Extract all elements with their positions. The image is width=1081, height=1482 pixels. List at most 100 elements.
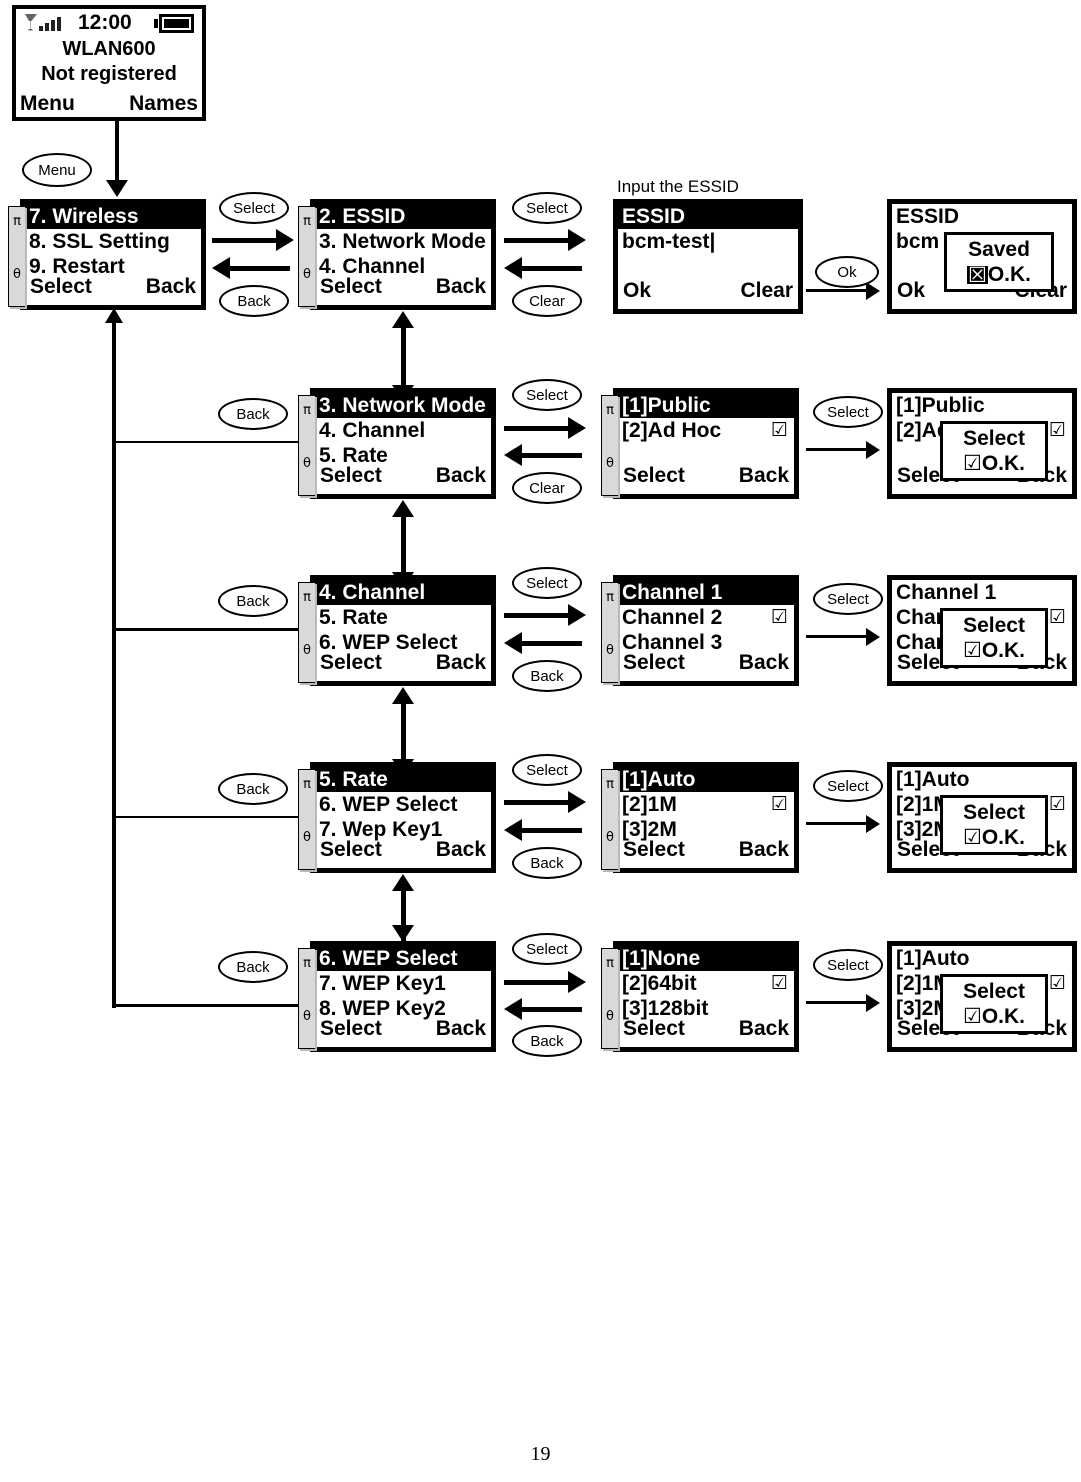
menu-title: 3. Network Mode: [315, 393, 491, 418]
checkbox-checked-icon: ☑: [770, 972, 788, 994]
softkey-back[interactable]: Back: [436, 275, 486, 299]
dialog-confirm[interactable]: ☑O.K.: [949, 1004, 1039, 1029]
scrollbar[interactable]: π θ: [298, 206, 315, 307]
key-bubble-back[interactable]: Back: [512, 847, 582, 879]
scrollbar[interactable]: π θ: [601, 582, 618, 683]
key-bubble-select[interactable]: Select: [512, 933, 582, 965]
menu-title: 2. ESSID: [315, 204, 491, 229]
key-bubble-select[interactable]: Select: [512, 192, 582, 224]
scrollbar[interactable]: π θ: [601, 395, 618, 496]
checkbox-checked-icon: ☑: [963, 1004, 982, 1028]
menu-item[interactable]: 7. WEP Key1: [315, 971, 491, 996]
softkey-ok[interactable]: Ok: [897, 279, 925, 303]
dialog-confirm[interactable]: ☑O.K.: [949, 451, 1039, 476]
key-bubble-select[interactable]: Select: [219, 192, 289, 224]
menu-item[interactable]: 6. WEP Select: [315, 792, 491, 817]
softkey-back[interactable]: Back: [739, 464, 789, 488]
softkey-select[interactable]: Select: [320, 651, 382, 675]
menu-item[interactable]: 3. Network Mode: [315, 229, 491, 254]
key-label: Select: [827, 403, 869, 421]
softkey-back[interactable]: Back: [436, 1017, 486, 1041]
option-item[interactable]: Channel 2 ☑: [618, 605, 794, 630]
key-label: Select: [233, 199, 275, 217]
softkey-select[interactable]: Select: [623, 838, 685, 862]
softkey-select[interactable]: Select: [623, 651, 685, 675]
softkey-back[interactable]: Back: [436, 838, 486, 862]
menu-item[interactable]: 4. Channel: [315, 418, 491, 443]
select-ok-dialog: Select ☑O.K.: [940, 974, 1048, 1034]
softkey-back[interactable]: Back: [739, 1017, 789, 1041]
key-bubble-select[interactable]: Select: [512, 754, 582, 786]
softkey-clear[interactable]: Clear: [740, 279, 793, 303]
key-bubble-back[interactable]: Back: [512, 1025, 582, 1057]
scrollbar[interactable]: π θ: [298, 769, 315, 870]
key-bubble-back[interactable]: Back: [219, 285, 289, 317]
softkey-select[interactable]: Select: [623, 1017, 685, 1041]
softkey-back[interactable]: Back: [436, 464, 486, 488]
softkey-select[interactable]: Select: [320, 1017, 382, 1041]
key-bubble-back[interactable]: Back: [512, 660, 582, 692]
menu-title: 7. Wireless: [25, 204, 201, 229]
essid-input-value[interactable]: bcm-test|: [618, 229, 798, 254]
dialog-confirm[interactable]: ☑O.K.: [949, 638, 1039, 663]
softkey-back[interactable]: Back: [146, 275, 196, 299]
dialog-confirm-label: O.K.: [987, 263, 1031, 286]
softkey-names[interactable]: Names: [129, 92, 198, 116]
flow-arrow-right: [866, 994, 880, 1012]
flow-arrow-right: [568, 791, 586, 813]
key-bubble-select[interactable]: Select: [813, 949, 883, 981]
checkbox-checked-icon: ☑: [963, 638, 982, 662]
flow-arrow-right: [568, 417, 586, 439]
key-bubble-select[interactable]: Select: [512, 379, 582, 411]
menu-item[interactable]: 5. Rate: [315, 605, 491, 630]
input-title: ESSID: [892, 204, 1072, 229]
flow-arrow-down: [392, 925, 414, 942]
key-bubble-clear[interactable]: Clear: [512, 472, 582, 504]
softkey-ok[interactable]: Ok: [623, 279, 651, 303]
softkey-select[interactable]: Select: [623, 464, 685, 488]
key-bubble-select[interactable]: Select: [813, 396, 883, 428]
screen-rate-selected: [1]Auto [2]1M ☑ [3]2M Select Back Select…: [887, 762, 1077, 873]
key-bubble-back[interactable]: Back: [218, 585, 288, 617]
softkey-select[interactable]: Select: [320, 275, 382, 299]
softkey-select[interactable]: Select: [30, 275, 92, 299]
softkey-back[interactable]: Back: [739, 838, 789, 862]
softkey-back[interactable]: Back: [739, 651, 789, 675]
scrollbar[interactable]: π θ: [298, 395, 315, 496]
option-item[interactable]: [2]1M ☑: [618, 792, 794, 817]
dialog-confirm[interactable]: ☒O.K.: [953, 262, 1045, 287]
key-bubble-menu[interactable]: Menu: [22, 153, 92, 187]
key-bubble-select[interactable]: Select: [813, 583, 883, 615]
softkey-select[interactable]: Select: [320, 464, 382, 488]
flow-line-vertical: [401, 326, 406, 388]
scrollbar[interactable]: π θ: [8, 206, 25, 307]
key-bubble-clear[interactable]: Clear: [512, 285, 582, 317]
flow-line-right: [806, 289, 868, 292]
back-branch-line: [114, 1004, 300, 1007]
key-bubble-back[interactable]: Back: [218, 773, 288, 805]
softkey-back[interactable]: Back: [436, 651, 486, 675]
key-label: Back: [236, 958, 270, 976]
softkey-select[interactable]: Select: [320, 838, 382, 862]
key-bubble-ok[interactable]: Ok: [815, 256, 879, 288]
scrollbar[interactable]: π θ: [298, 948, 315, 1049]
scrollbar[interactable]: π θ: [298, 582, 315, 683]
option-item[interactable]: [2]64bit ☑: [618, 971, 794, 996]
scroll-down-indicator: θ: [303, 830, 311, 845]
option-item[interactable]: [2]Ad Hoc ☑: [618, 418, 794, 443]
screen-channel-options: π θ Channel 1 Channel 2 ☑ Channel 3 Sele…: [601, 575, 799, 686]
key-bubble-select[interactable]: Select: [813, 770, 883, 802]
scrollbar[interactable]: π θ: [601, 948, 618, 1049]
key-bubble-back[interactable]: Back: [218, 398, 288, 430]
softkey-menu[interactable]: Menu: [20, 92, 75, 116]
key-bubble-select[interactable]: Select: [512, 567, 582, 599]
softkeys: Select Back: [618, 651, 794, 675]
menu-item[interactable]: 8. SSL Setting: [25, 229, 201, 254]
softkeys: Select Back: [618, 464, 794, 488]
select-ok-dialog: Select ☑O.K.: [940, 608, 1048, 668]
dialog-confirm[interactable]: ☑O.K.: [949, 825, 1039, 850]
flow-arrow-right: [866, 628, 880, 646]
flow-line-vertical: [401, 515, 406, 575]
scrollbar[interactable]: π θ: [601, 769, 618, 870]
key-bubble-back[interactable]: Back: [218, 951, 288, 983]
